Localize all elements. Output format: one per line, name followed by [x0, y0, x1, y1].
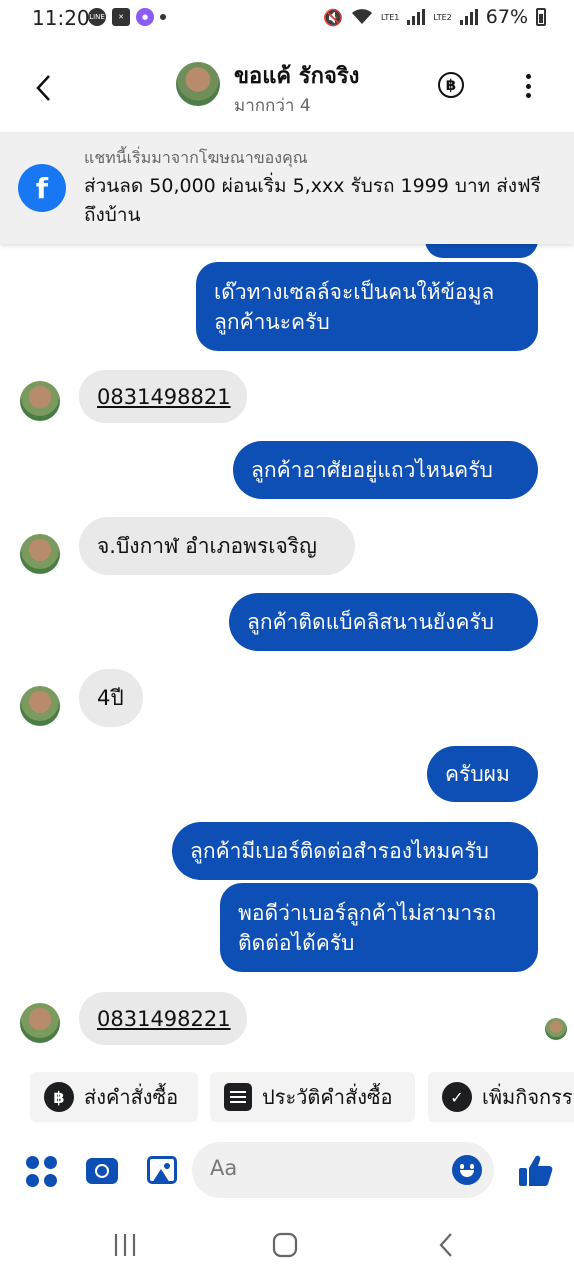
message-input-placeholder: Aa	[210, 1156, 238, 1180]
apps-grid-icon[interactable]	[26, 1156, 62, 1192]
message-bubble-outgoing[interactable]: พอดีว่าเบอร์ลูกค้าไม่สามารถติดต่อได้ครับ	[220, 883, 538, 972]
baht-payment-icon[interactable]: ฿	[438, 72, 464, 98]
line-app-icon: LINE	[88, 8, 106, 26]
gallery-icon[interactable]	[147, 1156, 177, 1184]
message-bubble-outgoing[interactable]: ลูกค้าอาศัยอยู่แถวไหนครับ	[233, 441, 538, 499]
seen-receipt-avatar	[545, 1018, 567, 1040]
message-text: จ.บึงกาฬ อำเภอพรเจริญ	[97, 534, 317, 558]
more-options-icon[interactable]	[520, 70, 536, 102]
message-bubble-incoming[interactable]: 0831498821	[79, 370, 247, 423]
quick-action-add-activity[interactable]: ✓ เพิ่มกิจกรรม	[428, 1072, 574, 1122]
signal-sim2-icon	[459, 9, 478, 25]
quick-action-send-order[interactable]: ฿ ส่งคำสั่งซื้อ	[30, 1072, 198, 1122]
back-arrow-icon[interactable]	[30, 68, 60, 108]
message-composer: Aa	[0, 1140, 574, 1200]
quick-action-label: เพิ่มกิจกรรม	[482, 1085, 574, 1109]
message-input[interactable]: Aa	[192, 1142, 494, 1198]
signal-sim1-icon	[407, 9, 426, 25]
quick-action-label: ประวัติคำสั่งซื้อ	[262, 1085, 393, 1109]
recent-apps-icon[interactable]	[112, 1232, 138, 1258]
status-time: 11:20	[32, 6, 90, 30]
message-bubble-outgoing[interactable]: ครับผม	[427, 746, 538, 802]
sender-avatar[interactable]	[20, 381, 60, 421]
mute-icon: 🔇	[323, 7, 343, 27]
check-circle-icon: ✓	[442, 1082, 472, 1112]
home-icon[interactable]	[272, 1232, 298, 1258]
ad-origin-banner[interactable]: f แชทนี้เริ่มมาจากโฆษณาของคุณ ส่วนลด 50,…	[0, 132, 574, 244]
message-text: 4ปี	[97, 686, 124, 710]
sender-avatar[interactable]	[20, 1003, 60, 1043]
sim2-label: LTE2	[433, 12, 452, 22]
message-text: ครับผม	[445, 762, 510, 786]
more-notifications-dot-icon	[160, 14, 166, 20]
facebook-icon: f	[18, 164, 66, 212]
ad-source-text: แชทนี้เริ่มมาจากโฆษณาของคุณ	[84, 148, 308, 167]
chat-header: ขอแค้ รักจริง มากกว่า 4 ฿	[0, 44, 574, 132]
message-bubble-outgoing[interactable]: เด๊วทางเซลล์จะเป็นคนให้ข้อมูลลูกค้านะครั…	[196, 262, 538, 351]
wifi-icon	[351, 9, 372, 24]
message-text: ลูกค้าติดแบ็คลิสนานยังครับ	[247, 610, 495, 634]
sender-avatar[interactable]	[20, 686, 60, 726]
contact-subtitle: มากกว่า 4	[234, 96, 311, 116]
message-text: เด๊วทางเซลล์จะเป็นคนให้ข้อมูลลูกค้านะครั…	[214, 279, 495, 334]
message-bubble-outgoing[interactable]: ลูกค้าติดแบ็คลิสนานยังครับ	[229, 593, 538, 651]
quick-action-label: ส่งคำสั่งซื้อ	[84, 1085, 179, 1109]
sender-avatar[interactable]	[20, 534, 60, 574]
emoji-icon[interactable]	[452, 1155, 482, 1185]
capcut-app-icon: ✕	[112, 8, 130, 26]
camera-icon[interactable]	[86, 1158, 118, 1184]
ad-headline: ส่วนลด 50,000 ผ่อนเริ่ม 5,xxx รับรถ 1999…	[84, 175, 541, 226]
thumbs-up-icon[interactable]	[516, 1152, 554, 1190]
contact-name[interactable]: ขอแค้ รักจริง	[234, 58, 359, 93]
phone-number-link[interactable]: 0831498221	[97, 1004, 231, 1034]
message-text: ลูกค้ามีเบอร์ติดต่อสำรองไหมครับ	[190, 839, 489, 863]
battery-percent: 67%	[485, 6, 528, 28]
nav-back-icon[interactable]	[436, 1232, 456, 1258]
status-bar: 11:20 LINE ✕ ● 🔇 LTE1 LTE2 67%	[0, 0, 574, 40]
contact-avatar[interactable]	[176, 62, 220, 106]
message-bubble-incoming[interactable]: 4ปี	[79, 669, 143, 727]
message-bubble-incoming[interactable]: 0831498221	[79, 992, 247, 1045]
quick-action-order-history[interactable]: ประวัติคำสั่งซื้อ	[210, 1072, 415, 1122]
app-notification-icon: ●	[136, 8, 154, 26]
battery-icon	[536, 8, 546, 26]
message-text: พอดีว่าเบอร์ลูกค้าไม่สามารถติดต่อได้ครับ	[238, 900, 497, 955]
sim1-label: LTE1	[380, 12, 400, 22]
message-text: ลูกค้าอาศัยอยู่แถวไหนครับ	[251, 458, 493, 482]
phone-number-link[interactable]: 0831498821	[97, 382, 231, 412]
message-bubble-incoming[interactable]: จ.บึงกาฬ อำเภอพรเจริญ	[79, 517, 355, 575]
baht-icon: ฿	[44, 1082, 74, 1112]
order-history-icon	[224, 1083, 252, 1111]
system-navigation-bar	[0, 1210, 574, 1280]
notification-icons: LINE ✕ ●	[88, 8, 166, 26]
status-right: 🔇 LTE1 LTE2 67%	[323, 6, 546, 28]
message-bubble-outgoing[interactable]: ลูกค้ามีเบอร์ติดต่อสำรองไหมครับ	[172, 822, 538, 880]
